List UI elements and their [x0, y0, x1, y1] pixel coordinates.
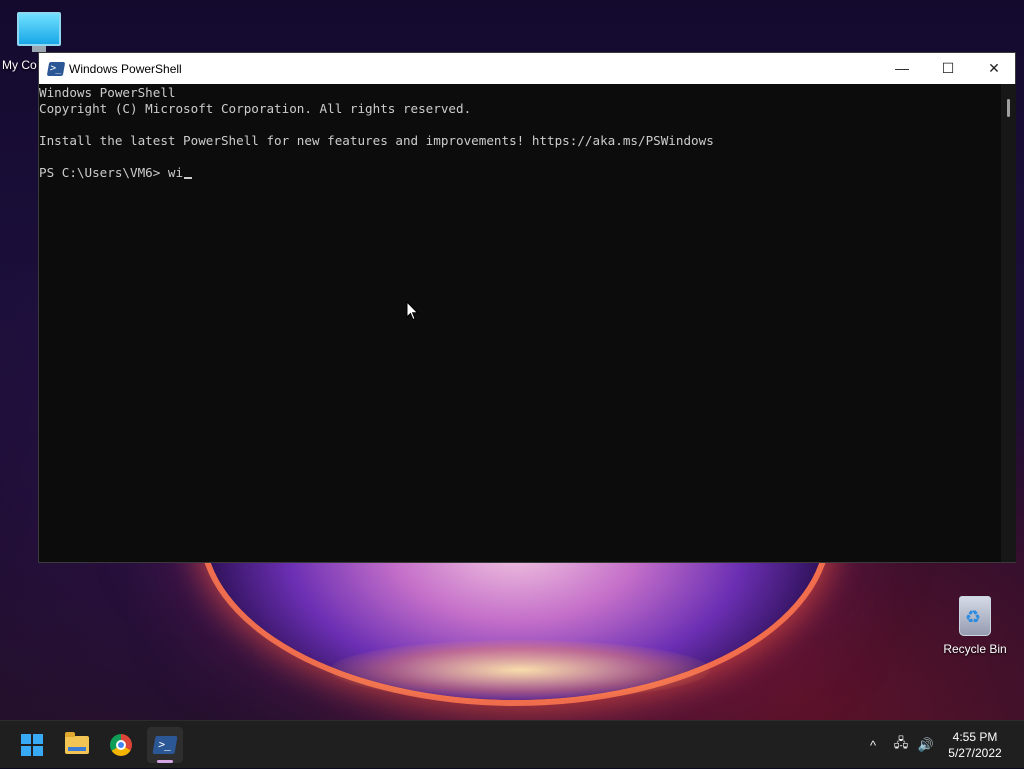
volume-button[interactable]: 🔊 — [914, 721, 938, 769]
console-line: Copyright (C) Microsoft Corporation. All… — [39, 101, 472, 116]
console-output[interactable]: Windows PowerShell Copyright (C) Microso… — [39, 84, 999, 563]
console-prompt-text: PS C:\Users\VM6> wi — [39, 165, 184, 180]
file-explorer-button[interactable] — [59, 727, 95, 763]
maximize-button[interactable]: ☐ — [925, 53, 971, 84]
chrome-button[interactable] — [103, 727, 139, 763]
active-indicator — [157, 760, 173, 763]
powershell-taskbar-button[interactable]: >_ — [147, 727, 183, 763]
network-icon: 🖧 — [893, 735, 909, 750]
chrome-icon — [110, 734, 132, 756]
windows-logo-icon — [21, 734, 43, 756]
start-button[interactable] — [14, 727, 50, 763]
text-cursor — [184, 177, 193, 179]
show-hidden-icons-button[interactable]: ^ — [862, 721, 884, 769]
minimize-button[interactable]: — — [879, 53, 925, 84]
desktop-icon-label: My Co — [2, 58, 37, 72]
volume-icon: 🔊 — [917, 737, 935, 752]
powershell-icon: >_ — [46, 61, 66, 76]
console-prompt-line[interactable]: PS C:\Users\VM6> wi — [39, 165, 999, 181]
console-line: Install the latest PowerShell for new fe… — [39, 133, 714, 148]
clock[interactable]: 4:55 PM 5/27/2022 — [940, 729, 1010, 761]
clock-time: 4:55 PM — [952, 730, 998, 744]
desktop-icon-my-computer[interactable]: My Co — [0, 8, 78, 72]
recycle-bin-icon: ♻ — [959, 596, 991, 636]
powershell-window[interactable]: >_ Windows PowerShell — ☐ ✕ Windows Powe… — [38, 52, 1016, 563]
folder-icon — [65, 732, 89, 754]
wallpaper-glow — [330, 640, 710, 700]
monitor-icon — [17, 12, 61, 46]
network-button[interactable]: 🖧 — [889, 721, 913, 769]
chevron-up-icon: ^ — [869, 737, 877, 753]
console-line: Windows PowerShell — [39, 85, 176, 100]
taskbar: >_ ^ 🖧 🔊 4:55 PM 5/27/2022 — [0, 720, 1024, 768]
title-bar[interactable]: >_ Windows PowerShell — ☐ ✕ — [39, 53, 1015, 84]
window-title: Windows PowerShell — [69, 61, 182, 76]
scrollbar-thumb[interactable] — [1007, 99, 1010, 117]
powershell-icon: >_ — [152, 736, 178, 754]
clock-date: 5/27/2022 — [948, 746, 1002, 760]
close-button[interactable]: ✕ — [971, 53, 1017, 84]
desktop-icon-recycle-bin[interactable]: ♻ Recycle Bin — [940, 596, 1010, 656]
vertical-scrollbar[interactable] — [1001, 84, 1016, 562]
desktop-icon-label: Recycle Bin — [943, 642, 1007, 656]
